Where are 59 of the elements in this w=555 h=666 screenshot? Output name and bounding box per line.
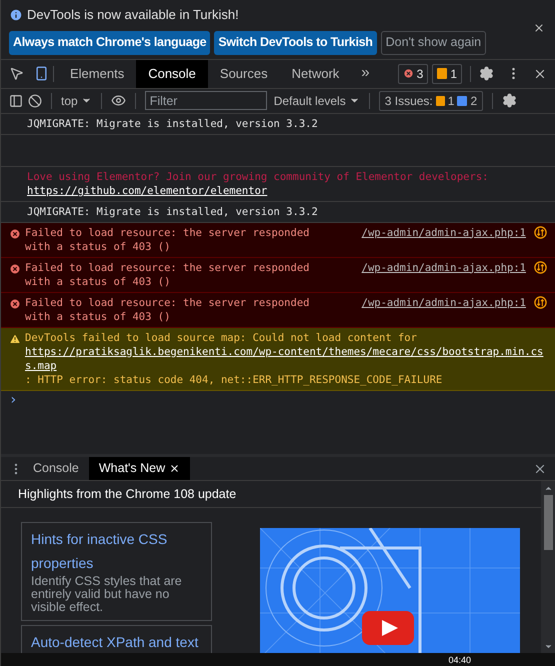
scrollbar-thumb[interactable] (544, 495, 552, 550)
panel-tab[interactable]: Console (136, 60, 208, 88)
inspect-icon[interactable] (9, 66, 24, 81)
message-link[interactable]: https://github.com/elementor/elementor (27, 184, 268, 198)
network-request-icon[interactable] (534, 226, 547, 238)
settings-icon[interactable] (502, 93, 518, 108)
console-prompt[interactable]: › (9, 392, 18, 408)
device-toolbar-icon[interactable] (34, 66, 49, 81)
feature-title: Hints for inactive CSS properties (31, 530, 168, 573)
error-message: Failed to load resource: the server responded with a status of 403 () (25, 260, 310, 288)
log-message: JQMIGRATE: Migrate is installed, version 3.3.2 (27, 206, 318, 218)
issues-button[interactable]: 3 Issues: 1 2 (378, 90, 484, 110)
error-message: Failed to load resource: the server responded with a status of 403 () (25, 226, 310, 254)
clear-icon[interactable] (28, 94, 42, 108)
more-tabs[interactable]: » (361, 62, 370, 85)
scroll-down-icon[interactable] (544, 642, 552, 651)
panel-tab[interactable]: Network (280, 60, 352, 88)
close-icon[interactable] (533, 22, 545, 34)
source-link[interactable]: /wp-admin/admin-ajax.php:1 (362, 260, 526, 274)
sidebar-icon[interactable] (9, 94, 23, 108)
source-link[interactable]: /wp-admin/admin-ajax.php:1 (362, 226, 526, 240)
info-message: DevTools is now available in Turkish! (27, 6, 239, 24)
eye-icon[interactable] (110, 93, 126, 108)
panel-tab[interactable]: Elements (58, 60, 136, 88)
feature-title: Auto-detect XPath and text (31, 633, 200, 652)
drawer-tab[interactable]: Console (23, 457, 89, 480)
feature-card[interactable]: Hints for inactive CSS properties Identify CSS styles that are entirely valid but have no visible effect. (21, 522, 212, 621)
warning-icon (9, 332, 21, 344)
error-icon (9, 228, 21, 240)
source-link[interactable]: /wp-admin/admin-ajax.php:1 (362, 296, 526, 310)
log-message: JQMIGRATE: Migrate is installed, version 3.3.2 (27, 118, 318, 130)
context-select[interactable]: top (61, 92, 92, 110)
levels-select[interactable]: Default levels (274, 92, 360, 110)
error-icon (9, 298, 21, 310)
warning-counter[interactable]: 1 (432, 64, 462, 84)
info-button[interactable]: Always match Chrome's language (9, 30, 210, 54)
drawer-heading: Highlights from the Chrome 108 update (18, 486, 236, 503)
error-counter[interactable]: 3 (398, 64, 428, 84)
scroll-up-icon[interactable] (544, 484, 552, 493)
close-icon[interactable] (169, 463, 180, 474)
filter-field[interactable]: Filter (144, 91, 267, 110)
info-icon (9, 8, 23, 22)
warning-message: : HTTP error: status code 404, net::ERR_HTTP_RESPONSE_CODE_FAILURE (25, 372, 444, 386)
clock: 04:40 (448, 654, 471, 664)
error-icon (402, 68, 414, 79)
drawer-tab[interactable]: What's New (88, 457, 190, 480)
network-request-icon[interactable] (534, 260, 547, 274)
scrollbar[interactable] (541, 481, 555, 653)
warning-message: DevTools failed to load source map: Could not load content for (25, 330, 418, 344)
feature-description: Identify CSS styles that are entirely valid but have no visible effect. (31, 575, 183, 616)
message-link[interactable]: https://pratiksaglik.begenikenti.com/wp-content/themes/mecare/css/bootstrap.min.css.map (25, 344, 547, 372)
info-button[interactable]: Don't show again (380, 30, 486, 54)
panel-tab[interactable]: Sources (208, 60, 280, 88)
settings-icon[interactable] (479, 66, 494, 81)
info-button[interactable]: Switch DevTools to Turkish (214, 30, 377, 54)
error-message: Failed to load resource: the server responded with a status of 403 () (25, 296, 310, 324)
log-message: Love using Elementor? Join our growing community of Elementor developers: (27, 170, 490, 184)
error-icon (9, 262, 21, 274)
network-request-icon[interactable] (534, 296, 547, 308)
